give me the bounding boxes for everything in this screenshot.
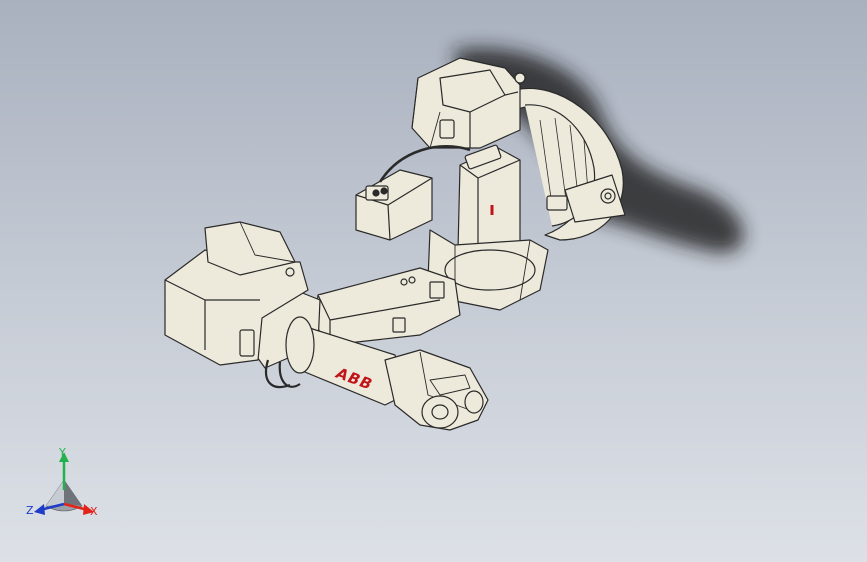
view-triad[interactable]: Y Z X	[22, 446, 106, 526]
triad-z-label: Z	[26, 504, 34, 517]
robot-model[interactable]	[0, 0, 867, 562]
gear-housing[interactable]	[411, 57, 526, 149]
wrist[interactable]	[384, 349, 489, 431]
triad-x-label: X	[90, 505, 98, 518]
lower-arm[interactable]	[314, 267, 461, 346]
graphics-viewport[interactable]: ABB Y Z X	[0, 0, 867, 562]
z-axis-arrow	[34, 504, 45, 515]
side-motor[interactable]	[355, 169, 433, 241]
base-disk[interactable]	[514, 87, 626, 241]
triad-y-label: Y	[59, 446, 66, 459]
